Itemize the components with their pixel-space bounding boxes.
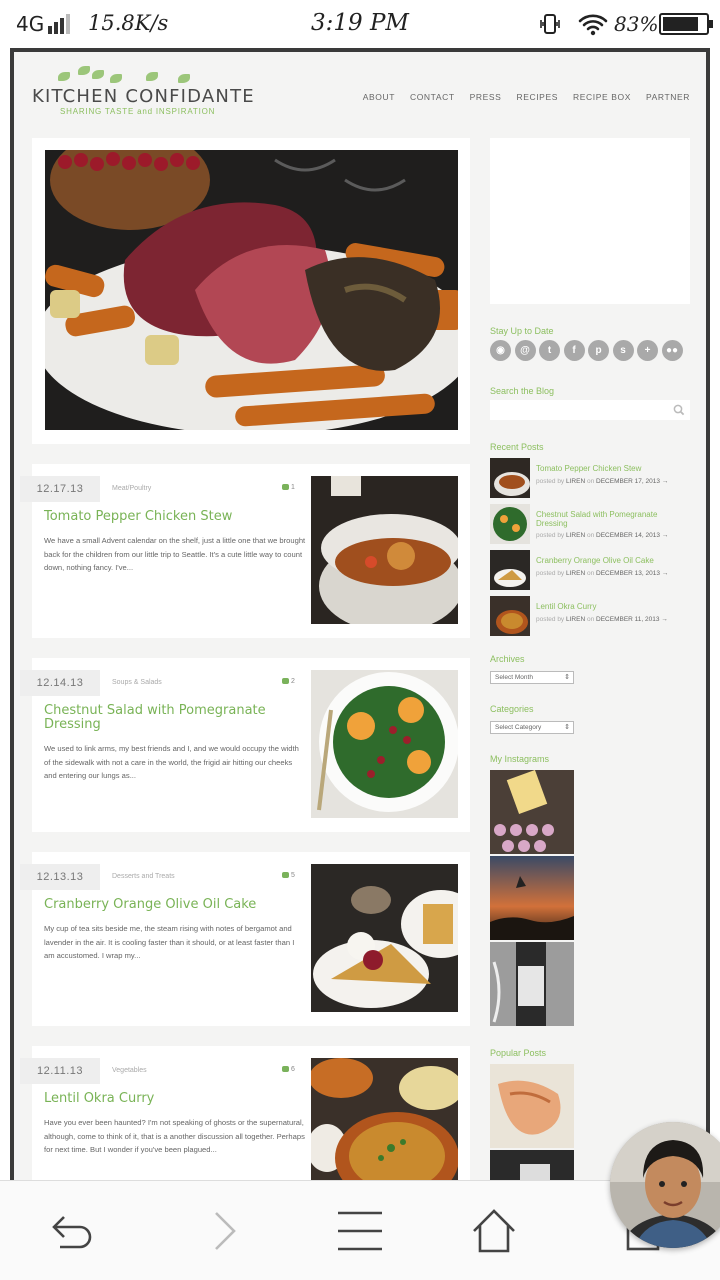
instagram-photo[interactable]	[490, 942, 574, 1026]
nav-about[interactable]: ABOUT	[363, 92, 395, 102]
popular-posts-heading: Popular Posts	[490, 1048, 547, 1058]
post-title[interactable]: Cranberry Orange Olive Oil Cake	[44, 898, 304, 912]
post-thumbnail-salad[interactable]	[311, 670, 458, 818]
nav-recipe-box[interactable]: RECIPE BOX	[573, 92, 631, 102]
post-date: 12.11.13	[20, 1058, 100, 1084]
comment-count[interactable]: 1	[282, 484, 295, 491]
recent-thumbnail	[490, 596, 530, 636]
comment-icon	[282, 872, 289, 878]
status-bar: 4G 15.8K/s 3:19 PM 83%	[0, 0, 720, 48]
back-icon[interactable]	[48, 1209, 96, 1253]
post-card: 12.13.13 Desserts and Treats 5 Cranberry…	[20, 852, 470, 1026]
recent-thumbnail	[490, 458, 530, 498]
recent-post-item[interactable]: Chestnut Salad with Pomegranate Dressing…	[490, 504, 690, 544]
archives-select[interactable]: Select Month	[490, 671, 574, 684]
battery-percent: 83%	[614, 12, 659, 36]
nav-partner[interactable]: PARTNER	[646, 92, 690, 102]
hero-card	[32, 138, 470, 444]
stumbleupon-icon[interactable]: s	[612, 340, 634, 361]
post-excerpt: We used to link arms, my best friends an…	[44, 744, 299, 780]
post-category[interactable]: Desserts and Treats	[112, 873, 175, 880]
menu-icon[interactable]	[336, 1209, 384, 1253]
battery-icon	[659, 13, 713, 35]
instagram-photo[interactable]	[490, 770, 574, 854]
stay-up-heading: Stay Up to Date	[490, 326, 554, 336]
web-content: KITCHEN CONFIDANTE SHARING TASTE and INS…	[10, 48, 710, 1180]
pinterest-icon[interactable]: p	[588, 340, 609, 361]
search-input[interactable]	[490, 400, 690, 420]
recent-title: Chestnut Salad with Pomegranate Dressing	[536, 510, 658, 528]
site-tagline: SHARING TASTE and INSPIRATION	[60, 107, 216, 116]
recent-posts-heading: Recent Posts	[490, 442, 544, 452]
post-date: 12.14.13	[20, 670, 100, 696]
post-card: 12.17.13 Meat/Poultry 1 Tomato Pepper Ch…	[20, 464, 470, 638]
post-excerpt: My cup of tea sits beside me, the steam …	[44, 924, 295, 960]
twitter-icon[interactable]: t	[539, 340, 560, 361]
nav-press[interactable]: PRESS	[470, 92, 502, 102]
popular-post-thumbnail[interactable]	[490, 1150, 574, 1180]
post-category[interactable]: Meat/Poultry	[112, 485, 151, 492]
post-excerpt: We have a small Advent calendar on the s…	[44, 536, 306, 572]
comment-count[interactable]: 5	[282, 872, 295, 879]
sidebar-ad-slot	[490, 138, 690, 304]
logo-leaves-icon	[58, 66, 198, 88]
post-thumbnail-stew[interactable]	[311, 476, 458, 624]
instagram-heading: My Instagrams	[490, 754, 550, 764]
post-title[interactable]: Tomato Pepper Chicken Stew	[44, 510, 304, 524]
forward-icon[interactable]	[200, 1209, 248, 1253]
categories-heading: Categories	[490, 704, 534, 714]
popular-post-thumbnail[interactable]	[490, 1064, 574, 1148]
comment-icon	[282, 1066, 289, 1072]
post-card: 12.11.13 Vegetables 6 Lentil Okra Curry …	[20, 1046, 470, 1180]
social-icons: ◉ @ t f p s + ●●	[490, 340, 683, 361]
recent-thumbnail	[490, 504, 530, 544]
post-thumbnail-cake[interactable]	[311, 864, 458, 1012]
comment-count[interactable]: 6	[282, 1066, 295, 1073]
googleplus-icon[interactable]: +	[637, 340, 658, 361]
wifi-icon	[578, 14, 608, 36]
recent-title: Cranberry Orange Olive Oil Cake	[536, 556, 654, 565]
comment-icon	[282, 484, 289, 490]
instagram-photo[interactable]	[490, 856, 574, 940]
search-icon	[673, 404, 685, 416]
vibrate-icon	[540, 14, 560, 34]
recent-title: Tomato Pepper Chicken Stew	[536, 464, 642, 473]
email-icon[interactable]: @	[514, 340, 536, 361]
post-category[interactable]: Soups & Salads	[112, 679, 162, 686]
recent-post-item[interactable]: Cranberry Orange Olive Oil Cake posted b…	[490, 550, 690, 590]
recent-post-item[interactable]: Lentil Okra Curry posted by LIREN on DEC…	[490, 596, 690, 636]
home-icon[interactable]	[470, 1209, 518, 1253]
post-title[interactable]: Lentil Okra Curry	[44, 1092, 304, 1106]
post-date: 12.17.13	[20, 476, 100, 502]
post-excerpt: Have you ever been haunted? I'm not spea…	[44, 1118, 305, 1154]
hero-roast-image[interactable]	[45, 150, 458, 430]
clock: 3:19 PM	[311, 10, 409, 36]
archives-heading: Archives	[490, 654, 525, 664]
comment-icon	[282, 678, 289, 684]
post-card: 12.14.13 Soups & Salads 2 Chestnut Salad…	[20, 658, 470, 832]
post-thumbnail-curry[interactable]	[311, 1058, 458, 1180]
recent-meta: posted by LIREN on DECEMBER 13, 2013 →	[536, 570, 669, 577]
recent-meta: posted by LIREN on DECEMBER 11, 2013 →	[536, 616, 668, 623]
recent-title: Lentil Okra Curry	[536, 602, 597, 611]
flickr-icon[interactable]: ●●	[661, 340, 683, 361]
nav-recipes[interactable]: RECIPES	[516, 92, 558, 102]
search-heading: Search the Blog	[490, 386, 555, 396]
comment-count[interactable]: 2	[282, 678, 295, 685]
main-nav: ABOUT CONTACT PRESS RECIPES RECIPE BOX P…	[363, 92, 690, 102]
recent-thumbnail	[490, 550, 530, 590]
recent-post-item[interactable]: Tomato Pepper Chicken Stew posted by LIR…	[490, 458, 690, 498]
recent-meta: posted by LIREN on DECEMBER 17, 2013 →	[536, 478, 669, 485]
post-category[interactable]: Vegetables	[112, 1067, 147, 1074]
categories-select[interactable]: Select Category	[490, 721, 574, 734]
nav-contact[interactable]: CONTACT	[410, 92, 455, 102]
post-title[interactable]: Chestnut Salad with Pomegranate Dressing	[44, 704, 304, 732]
rss-icon[interactable]: ◉	[490, 340, 511, 361]
site-logo[interactable]: KITCHEN CONFIDANTE	[32, 86, 255, 107]
recent-meta: posted by LIREN on DECEMBER 14, 2013 →	[536, 532, 669, 539]
facebook-icon[interactable]: f	[563, 340, 585, 361]
post-date: 12.13.13	[20, 864, 100, 890]
